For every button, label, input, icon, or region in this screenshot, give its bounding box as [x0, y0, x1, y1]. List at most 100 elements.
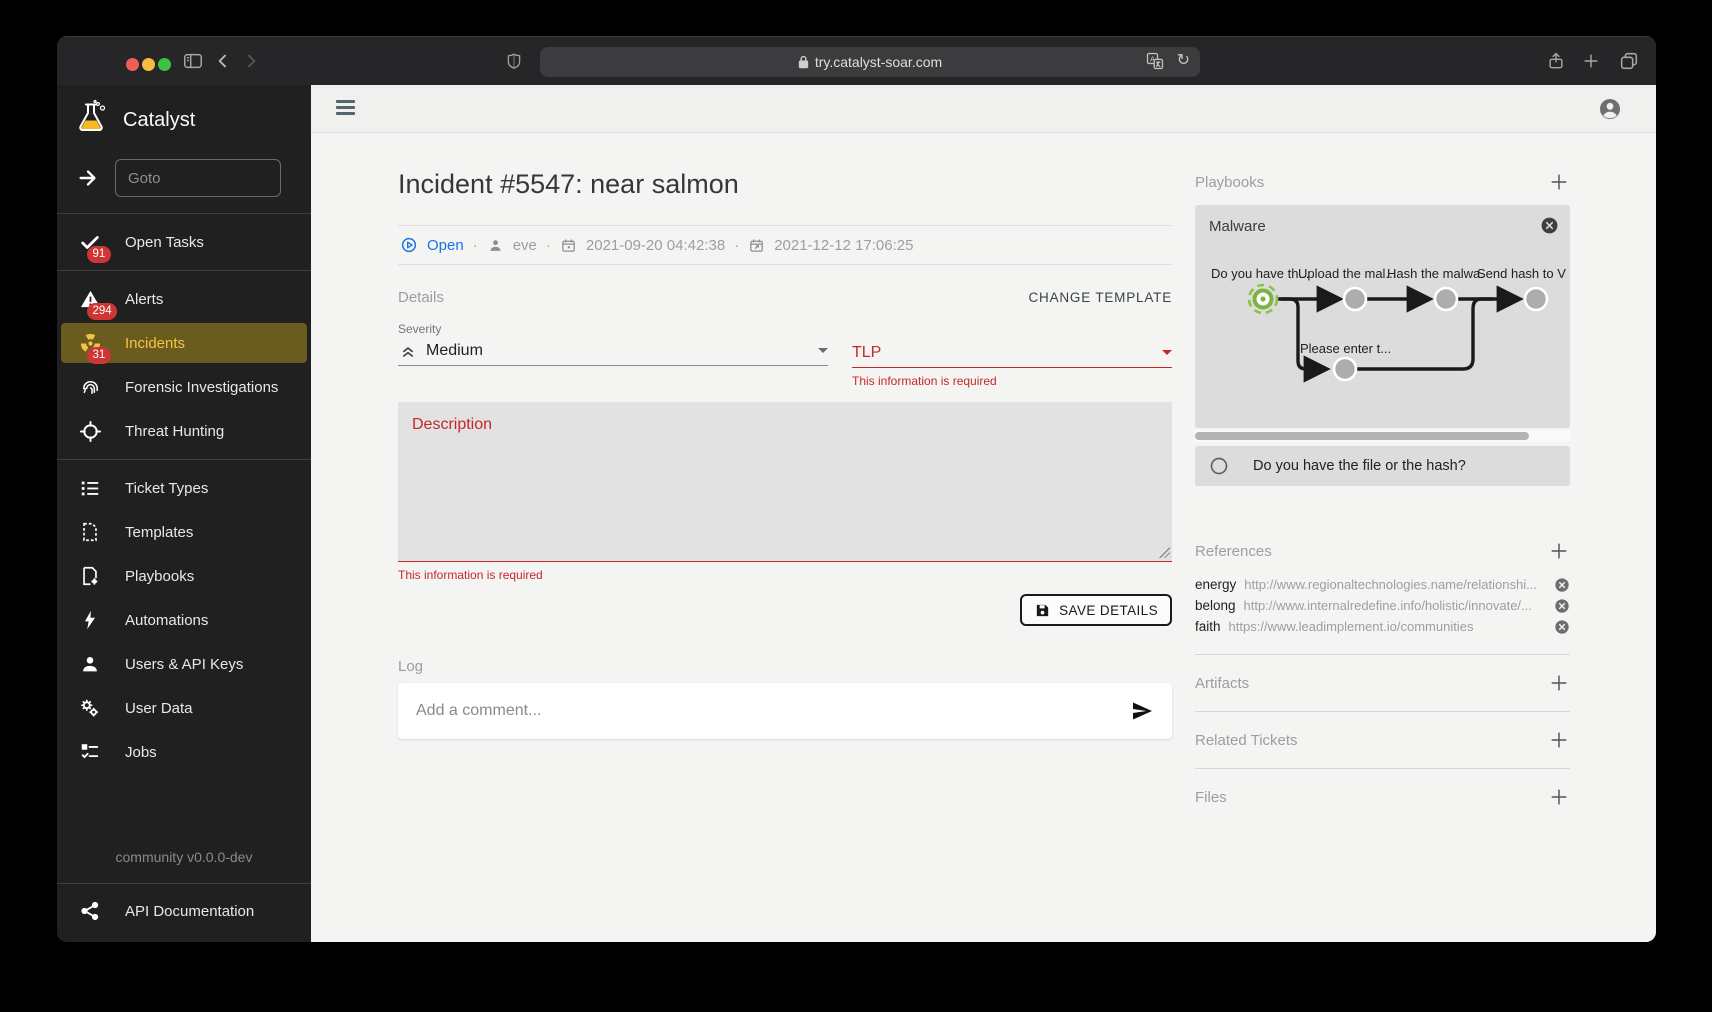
sidebar-item-templates[interactable]: Templates [57, 510, 311, 554]
share-network-icon [77, 898, 103, 924]
incident-status-row: Open · eve · 2021-09-20 04:42:38 · 2021-… [398, 225, 1172, 265]
modified-timestamp: 2021-12-12 17:06:25 [774, 237, 913, 254]
tab-overview-icon[interactable] [1618, 49, 1640, 73]
sidebar-item-incidents[interactable]: 31 Incidents [61, 323, 307, 363]
created-calendar-icon [560, 237, 577, 254]
workflow-node[interactable] [1334, 358, 1356, 380]
sidebar-item-forensic-investigations[interactable]: Forensic Investigations [57, 365, 311, 409]
sidebar-item-jobs[interactable]: Jobs [57, 730, 311, 774]
severity-label: Severity [398, 322, 828, 336]
playbook-title: Malware [1209, 218, 1266, 235]
sidebar-item-automations[interactable]: Automations [57, 598, 311, 642]
sidebar-item-open-tasks[interactable]: 91 Open Tasks [57, 220, 311, 264]
forward-icon[interactable] [241, 49, 261, 73]
reference-name: belong [1195, 598, 1236, 613]
save-icon [1034, 602, 1051, 619]
close-icon[interactable] [1540, 216, 1559, 235]
goto-input[interactable] [115, 159, 281, 197]
person-icon [77, 651, 103, 677]
workflow-node-label: Please enter t... [1300, 341, 1391, 356]
fingerprint-icon [77, 374, 103, 400]
tlp-field[interactable]: TLP This information is required [852, 322, 1172, 388]
open-tasks-badge: 91 [87, 246, 111, 263]
account-icon[interactable] [1598, 97, 1622, 121]
url-bar[interactable]: try.catalyst-soar.com A ↻ [540, 47, 1200, 77]
lightning-bolt-icon [77, 607, 103, 633]
add-file-button[interactable] [1548, 786, 1570, 808]
catalyst-flask-logo [73, 99, 109, 141]
radiation-icon: 31 [77, 330, 103, 356]
scrollbar-thumb[interactable] [1195, 432, 1529, 440]
minimize-window-button[interactable] [142, 58, 155, 71]
references-section-label: References [1195, 543, 1272, 560]
list-icon [77, 475, 103, 501]
check-icon: 91 [77, 229, 103, 255]
add-related-ticket-button[interactable] [1548, 729, 1570, 751]
incidents-badge: 31 [87, 347, 111, 364]
template-file-icon [77, 519, 103, 545]
reference-name: energy [1195, 577, 1236, 592]
reference-url[interactable]: http://www.regionaltechnologies.name/rel… [1244, 577, 1548, 592]
save-details-button[interactable]: SAVE DETAILS [1020, 594, 1172, 626]
sidebar-item-threat-hunting[interactable]: Threat Hunting [57, 409, 311, 453]
new-tab-icon[interactable] [1581, 49, 1601, 73]
workflow-node[interactable] [1344, 288, 1366, 310]
gears-icon [77, 695, 103, 721]
url-text: try.catalyst-soar.com [815, 54, 942, 70]
task-radio-icon[interactable] [1209, 456, 1229, 476]
remove-reference-icon[interactable] [1554, 619, 1570, 635]
sidebar-item-api-documentation[interactable]: API Documentation [57, 884, 311, 942]
remove-reference-icon[interactable] [1554, 577, 1570, 593]
workflow-start-node[interactable] [1249, 285, 1277, 313]
reference-row: faith https://www.leadimplement.io/commu… [1195, 616, 1570, 637]
status-text[interactable]: Open [427, 237, 464, 254]
menu-icon[interactable] [336, 100, 355, 118]
reference-url[interactable]: https://www.leadimplement.io/communities [1229, 619, 1548, 634]
sidebar-item-users-api-keys[interactable]: Users & API Keys [57, 642, 311, 686]
sidebar-item-user-data[interactable]: User Data [57, 686, 311, 730]
workflow-node[interactable] [1525, 288, 1547, 310]
related-tickets-section-label: Related Tickets [1195, 732, 1298, 749]
playbooks-section-label: Playbooks [1195, 174, 1264, 191]
chevron-down-icon [1162, 350, 1172, 355]
sidebar-toggle-icon[interactable] [182, 49, 204, 73]
owner-name: eve [513, 237, 537, 254]
reference-row: energy http://www.regionaltechnologies.n… [1195, 574, 1570, 595]
resize-handle[interactable] [1159, 547, 1170, 558]
add-playbook-button[interactable] [1548, 171, 1570, 193]
comment-input[interactable] [416, 702, 1130, 720]
privacy-shield-icon[interactable] [505, 50, 523, 72]
lock-icon [798, 55, 809, 69]
send-icon[interactable] [1130, 699, 1154, 723]
sidebar-item-alerts[interactable]: 294 Alerts [57, 277, 311, 321]
owner-icon [487, 237, 504, 254]
severity-field[interactable]: Severity Medium [398, 322, 828, 366]
open-status-icon [400, 236, 418, 254]
reload-icon[interactable]: ↻ [1177, 53, 1190, 69]
change-template-button[interactable]: CHANGE TEMPLATE [1028, 290, 1172, 305]
goto-arrow-icon [75, 165, 101, 191]
workflow-node[interactable] [1435, 288, 1457, 310]
back-icon[interactable] [213, 49, 233, 73]
translate-icon[interactable]: A [1145, 51, 1165, 71]
workflow-node-label: Upload the mal... [1298, 266, 1396, 281]
share-icon[interactable] [1546, 49, 1566, 73]
playbook-task-row[interactable]: Do you have the file or the hash? [1195, 446, 1570, 486]
severity-medium-icon [398, 341, 418, 361]
workflow-node-label: Send hash to V [1477, 266, 1566, 281]
zoom-window-button[interactable] [158, 58, 171, 71]
reference-name: faith [1195, 619, 1221, 634]
sidebar-item-playbooks[interactable]: Playbooks [57, 554, 311, 598]
main-topbar [311, 85, 1656, 133]
reference-url[interactable]: http://www.internalredefine.info/holisti… [1244, 598, 1548, 613]
sidebar-item-ticket-types[interactable]: Ticket Types [57, 466, 311, 510]
remove-reference-icon[interactable] [1554, 598, 1570, 614]
description-textarea[interactable] [398, 402, 1172, 562]
add-reference-button[interactable] [1548, 540, 1570, 562]
close-window-button[interactable] [126, 58, 139, 71]
created-timestamp: 2021-09-20 04:42:38 [586, 237, 725, 254]
crosshair-icon [77, 418, 103, 444]
add-artifact-button[interactable] [1548, 672, 1570, 694]
description-required-message: This information is required [398, 568, 1172, 582]
brand: Catalyst [57, 85, 311, 151]
